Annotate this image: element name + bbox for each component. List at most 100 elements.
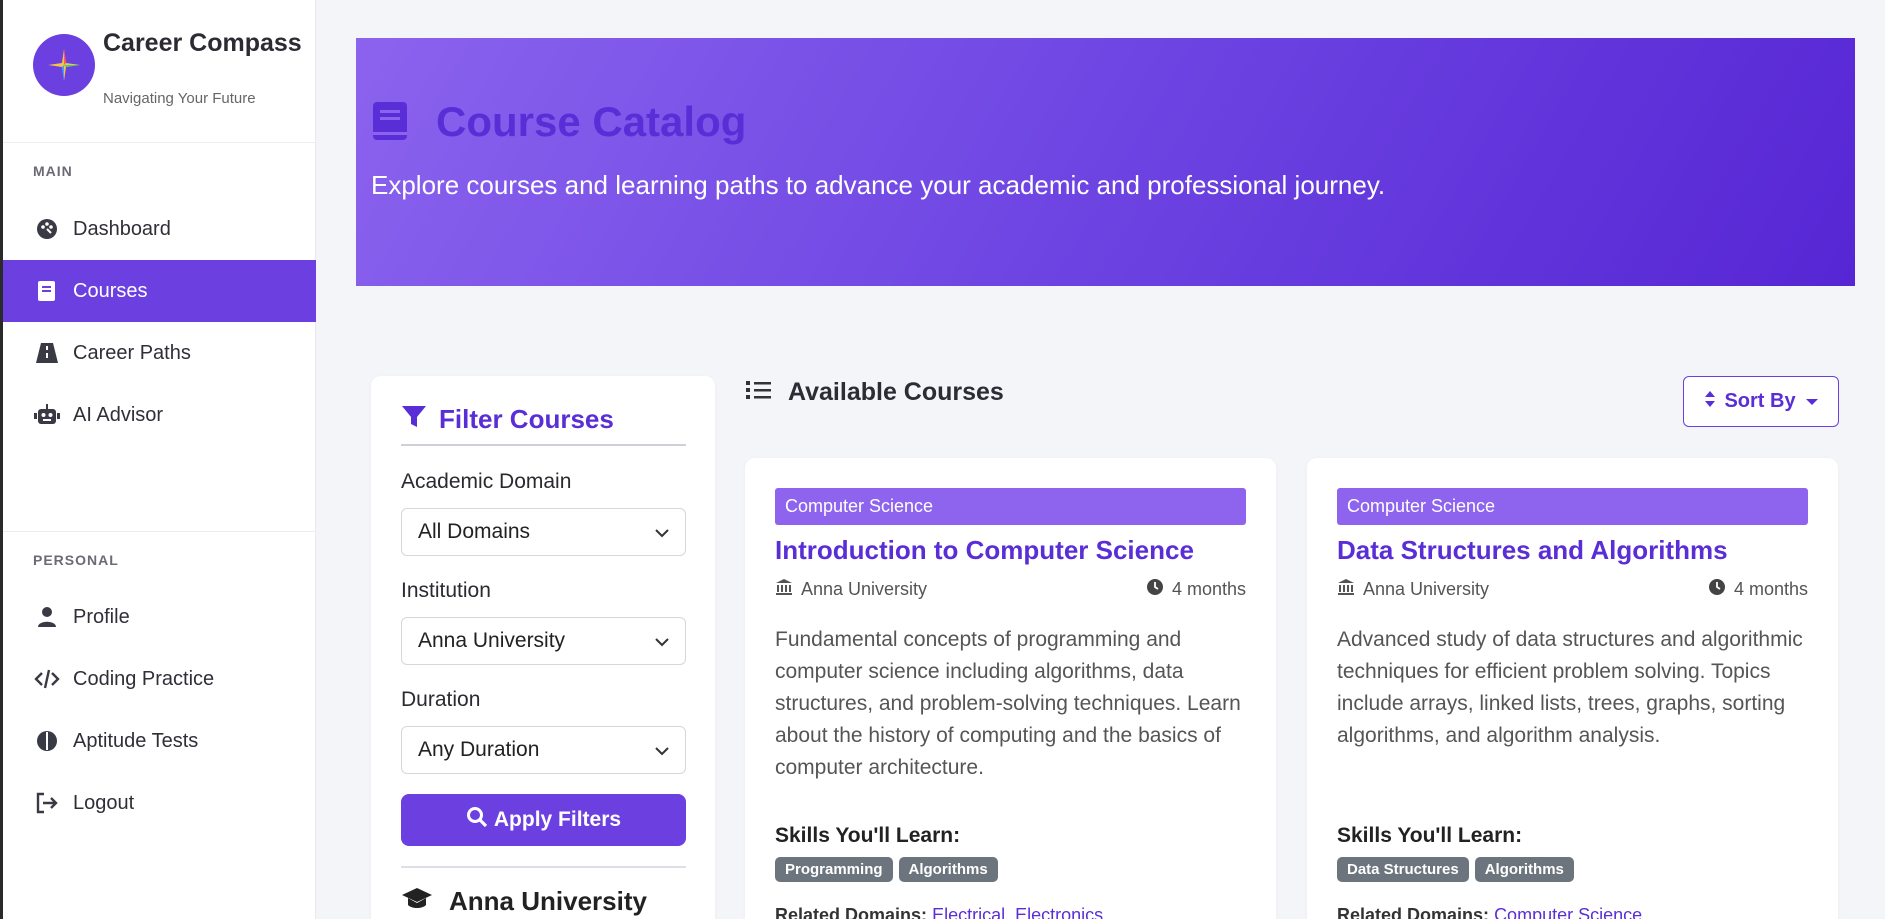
institution-heading: Anna University (401, 886, 647, 917)
clock-icon (1146, 578, 1172, 601)
sidebar-divider (3, 531, 316, 532)
related-domains: Related Domains: Electrical, Electronics (775, 905, 1103, 919)
brain-icon (33, 727, 61, 755)
domain-select[interactable]: All Domains (401, 508, 686, 556)
available-courses-header: Available Courses (746, 378, 1004, 407)
clock-icon (1708, 578, 1734, 601)
brand-name: Career Compass (103, 29, 302, 57)
course-card: Computer Science Data Structures and Alg… (1307, 458, 1838, 919)
course-institution-text: Anna University (801, 579, 928, 599)
domain-label: Academic Domain (401, 470, 572, 493)
course-institution: Anna University (775, 578, 927, 601)
robot-icon (33, 401, 61, 429)
sidebar-item-label: Profile (73, 605, 130, 628)
related-domains-label: Related Domains: (1337, 905, 1490, 919)
course-duration: 4 months (1708, 578, 1808, 601)
caret-down-icon (1805, 398, 1818, 405)
course-domain-badge: Computer Science (775, 488, 1246, 525)
sidebar-item-coding-practice[interactable]: Coding Practice (3, 648, 316, 710)
sidebar-item-label: Courses (73, 279, 148, 302)
section-label-personal: PERSONAL (33, 552, 119, 568)
filter-divider (401, 866, 686, 868)
apply-filters-label: Apply Filters (493, 808, 622, 831)
skill-badge: Algorithms (898, 857, 998, 882)
sidebar-item-label: Aptitude Tests (73, 729, 199, 752)
book-icon (33, 277, 61, 305)
section-label-main: MAIN (33, 163, 73, 179)
sort-by-button[interactable]: Sort By (1683, 376, 1839, 427)
filter-icon (401, 404, 427, 435)
institution-label: Institution (401, 579, 491, 602)
duration-select[interactable]: Any Duration (401, 726, 686, 774)
sidebar: Career Compass Navigating Your Future MA… (3, 0, 316, 919)
course-domain-badge: Computer Science (1337, 488, 1808, 525)
apply-filters-button[interactable]: Apply Filters (401, 794, 686, 846)
sidebar-item-dashboard[interactable]: Dashboard (3, 198, 316, 260)
course-duration: 4 months (1146, 578, 1246, 601)
road-icon (33, 339, 61, 367)
sidebar-item-logout[interactable]: Logout (3, 772, 316, 834)
sidebar-item-label: AI Advisor (73, 403, 164, 426)
institution-select[interactable]: Anna University (401, 617, 686, 665)
sidebar-item-aptitude-tests[interactable]: Aptitude Tests (3, 710, 316, 772)
institution-heading-text: Anna University (449, 886, 647, 916)
skill-badge: Algorithms (1474, 857, 1574, 882)
course-duration-text: 4 months (1733, 579, 1808, 599)
page-title: Course Catalog (436, 98, 747, 145)
institution-select-value: Anna University (418, 629, 566, 652)
duration-label: Duration (401, 688, 481, 711)
user-icon (33, 603, 61, 631)
sidebar-item-label: Dashboard (73, 217, 171, 240)
institution-icon (775, 578, 801, 601)
chevron-down-icon (655, 520, 669, 544)
course-institution-text: Anna University (1363, 579, 1490, 599)
sort-by-label: Sort By (1724, 390, 1796, 412)
course-meta: Anna University 4 months (775, 578, 1246, 601)
course-duration-text: 4 months (1171, 579, 1246, 599)
search-icon (466, 806, 494, 834)
course-title[interactable]: Data Structures and Algorithms (1337, 535, 1728, 566)
sidebar-item-career-paths[interactable]: Career Paths (3, 322, 316, 384)
book-icon (371, 100, 411, 147)
duration-select-value: Any Duration (418, 738, 540, 761)
filter-panel: Filter Courses Academic Domain All Domai… (371, 376, 715, 919)
course-institution: Anna University (1337, 578, 1489, 601)
skill-badge: Programming (775, 857, 893, 882)
sort-icon (1704, 390, 1716, 414)
sidebar-item-courses[interactable]: Courses (3, 260, 316, 322)
domain-select-value: All Domains (418, 520, 531, 543)
sidebar-item-label: Career Paths (73, 341, 191, 364)
sidebar-item-label: Logout (73, 791, 135, 814)
available-courses-title: Available Courses (788, 378, 1004, 406)
sidebar-item-label: Coding Practice (73, 667, 215, 690)
skills-label: Skills You'll Learn: (775, 824, 961, 847)
related-domains: Related Domains: Computer Science (1337, 905, 1642, 919)
hero-banner: Course Catalog Explore courses and learn… (356, 38, 1855, 286)
skills-list: Programming Algorithms (775, 857, 998, 882)
institution-icon (1337, 578, 1363, 601)
page-subtitle: Explore courses and learning paths to ad… (371, 170, 1386, 200)
related-domain-link[interactable]: Computer Science (1494, 905, 1642, 919)
sidebar-item-profile[interactable]: Profile (3, 586, 316, 648)
palette-icon (33, 215, 61, 243)
course-card: Computer Science Introduction to Compute… (745, 458, 1276, 919)
brand: Career Compass Navigating Your Future (3, 0, 315, 143)
chevron-down-icon (655, 738, 669, 762)
chevron-down-icon (655, 629, 669, 653)
filter-header: Filter Courses (401, 404, 686, 446)
skills-label: Skills You'll Learn: (1337, 824, 1523, 847)
related-domain-link[interactable]: Electronics (1015, 905, 1103, 919)
brand-tagline: Navigating Your Future (103, 90, 256, 107)
course-meta: Anna University 4 months (1337, 578, 1808, 601)
course-description: Advanced study of data structures and al… (1337, 628, 1803, 747)
skill-badge: Data Structures (1337, 857, 1469, 882)
graduation-cap-icon (401, 886, 433, 917)
sidebar-item-ai-advisor[interactable]: AI Advisor (3, 384, 316, 446)
code-icon (33, 665, 61, 693)
course-title[interactable]: Introduction to Computer Science (775, 535, 1194, 566)
related-domain-link[interactable]: Electrical (932, 905, 1005, 919)
course-description: Fundamental concepts of programming and … (775, 628, 1241, 779)
compass-logo-icon (33, 34, 95, 96)
logout-icon (33, 789, 61, 817)
filter-title: Filter Courses (439, 404, 614, 434)
